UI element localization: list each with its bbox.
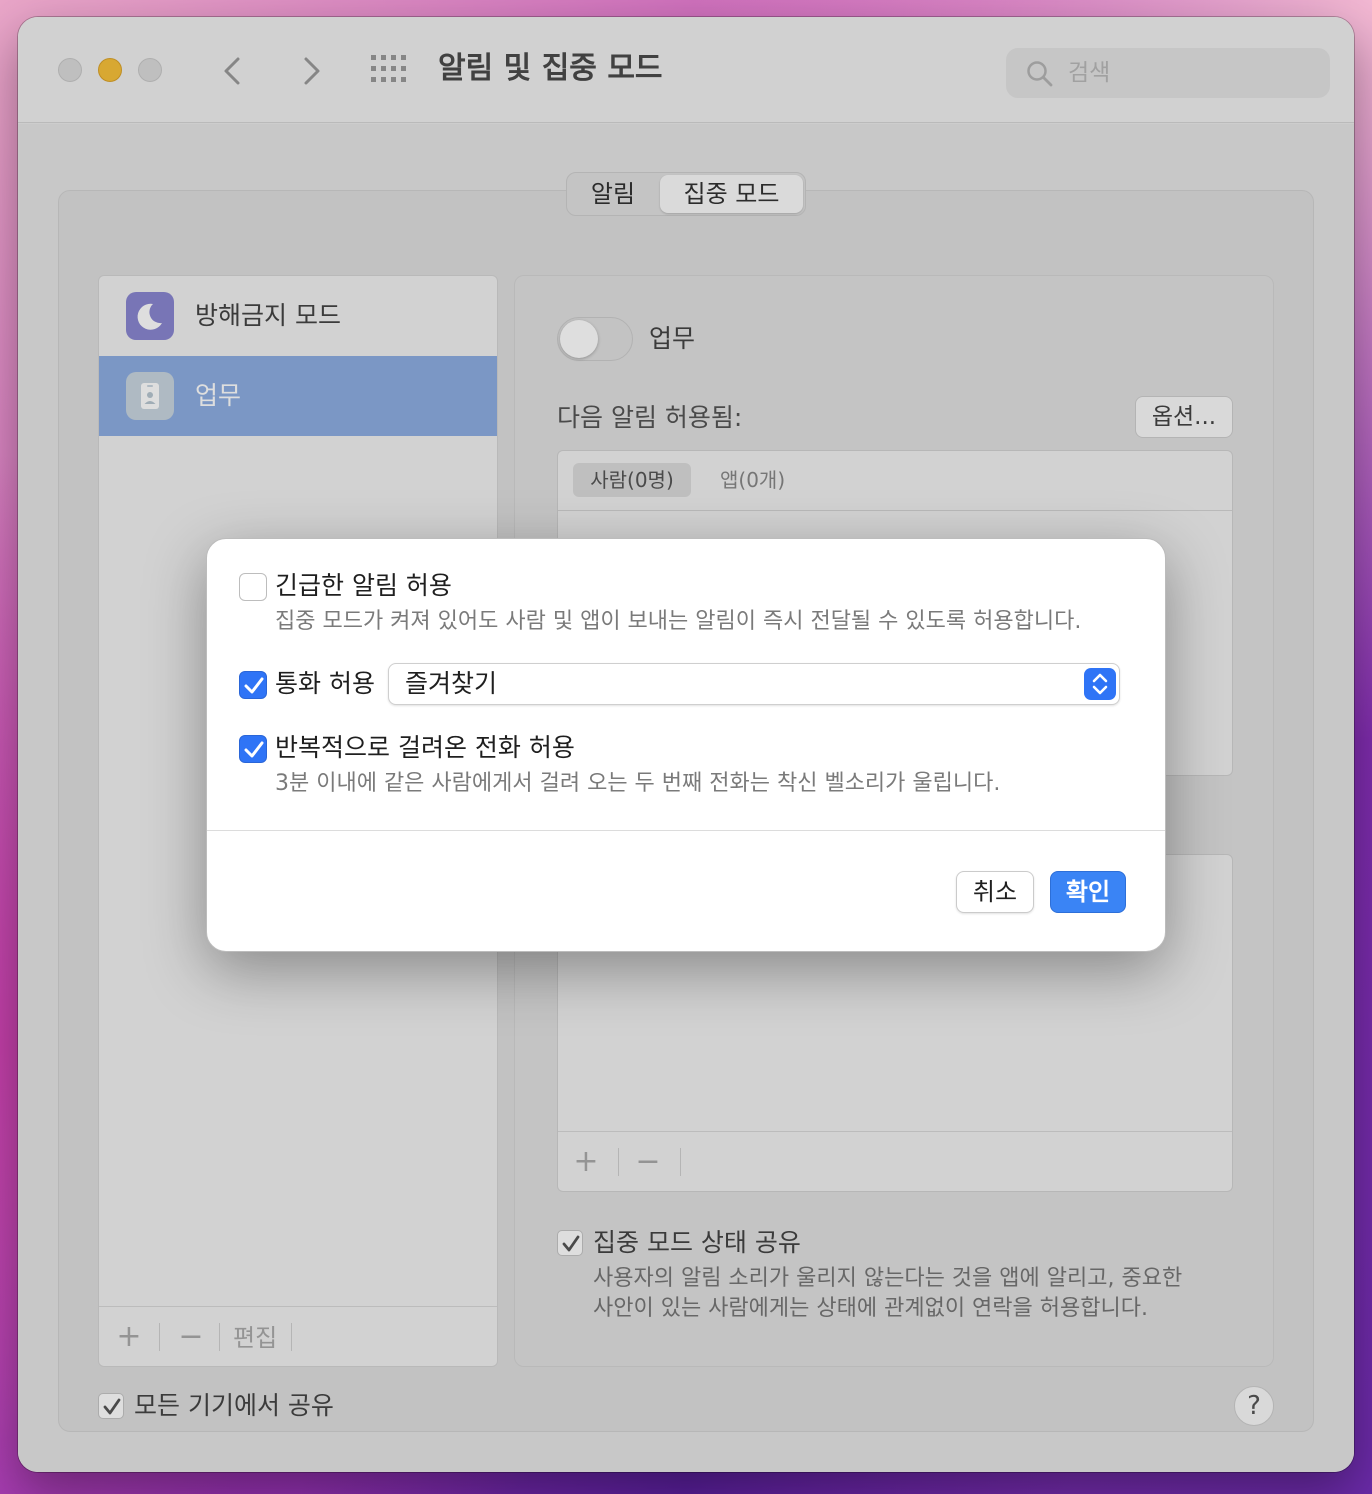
time-sensitive-checkbox[interactable] <box>239 573 267 601</box>
time-sensitive-label: 긴급한 알림 허용 <box>275 571 452 600</box>
checkmark-icon <box>244 677 264 694</box>
sheet-divider <box>207 830 1165 831</box>
popup-stepper <box>1084 668 1116 700</box>
repeated-calls-label: 반복적으로 걸려온 전화 허용 <box>275 733 575 762</box>
allow-calls-checkbox[interactable] <box>239 671 267 699</box>
repeated-calls-checkbox[interactable] <box>239 735 267 763</box>
checkmark-icon <box>244 741 264 758</box>
focus-options-sheet: 긴급한 알림 허용 집중 모드가 켜져 있어도 사람 및 앱이 보내는 알림이 … <box>206 538 1166 952</box>
system-preferences-window: 알림 및 집중 모드 검색 알림 집중 모드 방해금지 모드 업무 + − 편집… <box>18 17 1354 1472</box>
repeated-calls-description: 3분 이내에 같은 사람에게서 걸려 오는 두 번째 전화는 착신 벨소리가 울… <box>275 771 1001 796</box>
popup-selected-value: 즐겨찾기 <box>405 669 498 698</box>
allow-calls-label: 통화 허용 <box>275 669 375 698</box>
up-down-chevron-icon <box>1092 673 1108 695</box>
allow-calls-from-popup[interactable]: 즐겨찾기 <box>388 663 1120 705</box>
cancel-button[interactable]: 취소 <box>956 871 1034 913</box>
ok-button[interactable]: 확인 <box>1050 871 1126 913</box>
time-sensitive-description: 집중 모드가 켜져 있어도 사람 및 앱이 보내는 알림이 즉시 전달될 수 있… <box>275 609 1082 634</box>
